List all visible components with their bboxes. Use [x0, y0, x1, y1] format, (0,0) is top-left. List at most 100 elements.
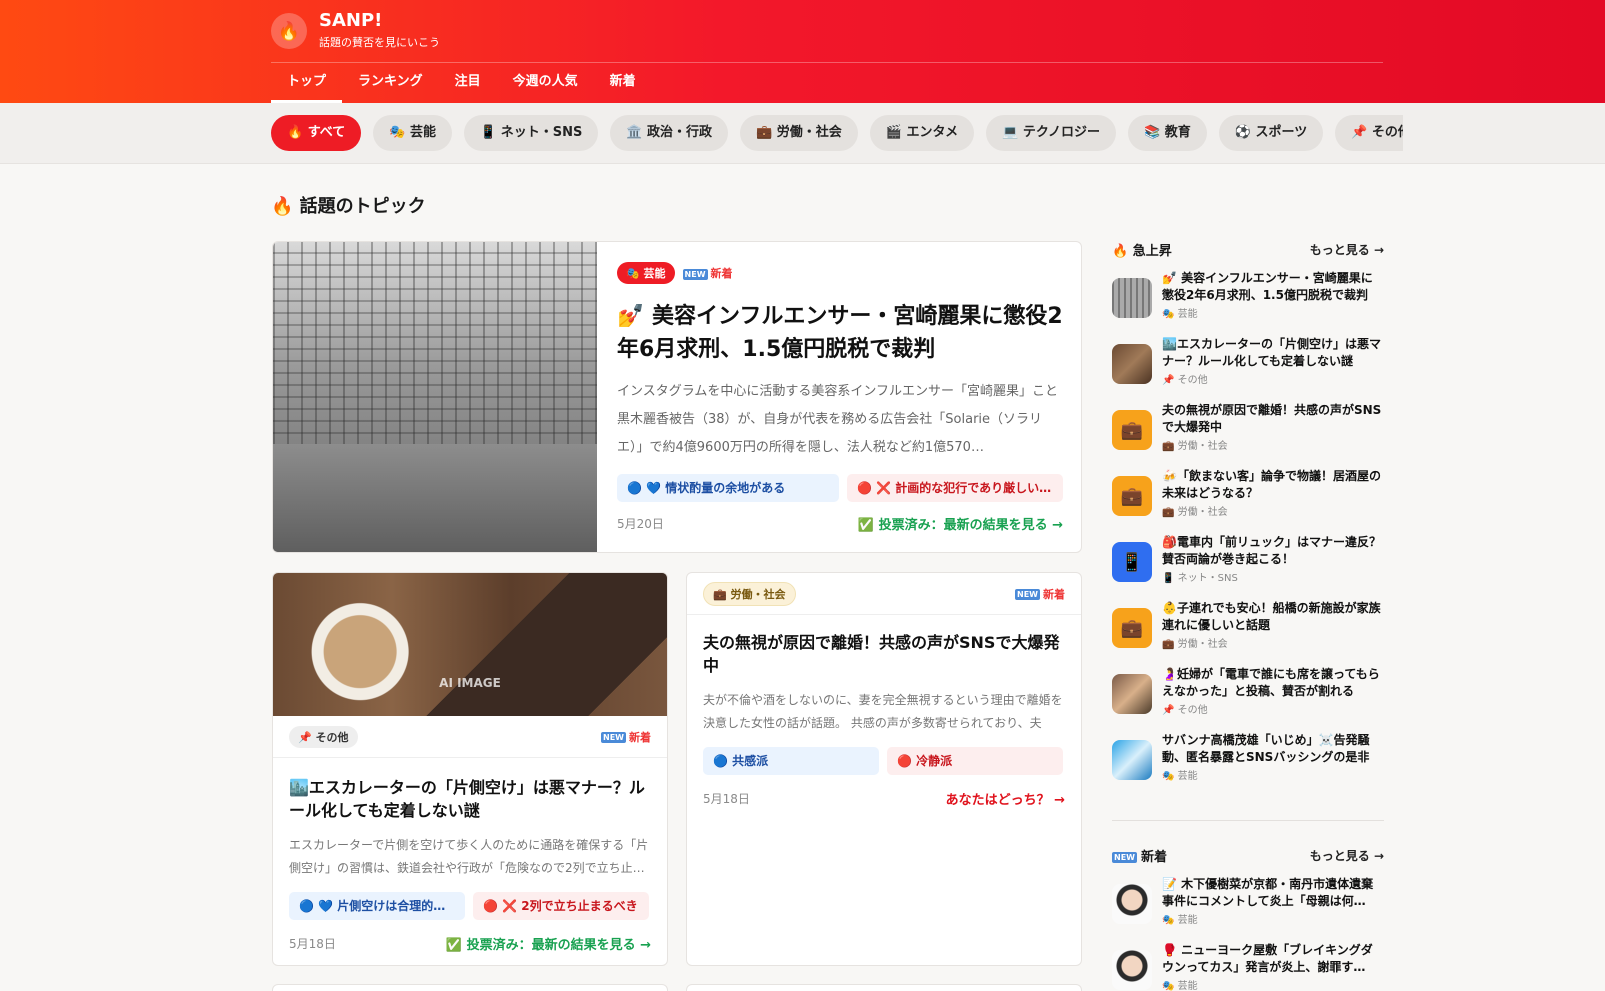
- featured-image: [273, 242, 597, 552]
- newest-title: NEW 新着: [1112, 846, 1167, 865]
- item-title: 🏙️エスカレーターの「片側空け」は悪マナー？ルール化しても定着しない謎: [1162, 337, 1381, 368]
- logo-flame-icon[interactable]: 🔥: [271, 13, 307, 49]
- item-title: 📝 木下優樹菜が京都・南丹市遺体遺棄事件にコメントして炎上「母親は何…: [1162, 877, 1374, 908]
- item-category: 💼 労働・社会: [1162, 507, 1228, 518]
- vote-option-a[interactable]: 🔵 💙 片側空けは合理的な…: [289, 892, 465, 920]
- item-thumbnail: [1112, 884, 1152, 924]
- view-results-link[interactable]: ✅ 投票済み：最新の結果を見る →: [858, 514, 1063, 533]
- featured-topic-card[interactable]: 🎭 芸能 NEW 新着 💅 美容インフルエンサー・宮崎麗果に懲役2年6月求刑、1.…: [272, 241, 1082, 553]
- category-badge[interactable]: 💼 労働・社会: [703, 581, 796, 606]
- nav-top[interactable]: トップ: [271, 63, 343, 103]
- item-category: 📌 その他: [1162, 705, 1208, 716]
- list-item[interactable]: 📱 🎒電車内「前リュック」はマナー違反？ 賛否両論が巻き起こる！ 📱 ネット・SN…: [1112, 534, 1384, 600]
- topic-date: 5月20日: [617, 517, 664, 531]
- item-title: 👶子連れでも安心！船橋の新施設が家族連れに優しいと話題: [1162, 601, 1381, 632]
- brand-tagline: 話題の賛否を見にいこう: [319, 36, 440, 49]
- category-chip-education[interactable]: 📚 教育: [1128, 115, 1207, 151]
- item-category: 🎭 芸能: [1162, 915, 1198, 926]
- topic-image: [273, 573, 667, 716]
- briefcase-icon: 💼: [1112, 608, 1152, 648]
- topic-title[interactable]: 🏙️エスカレーターの「片側空け」は悪マナー？ルール化しても定着しない謎: [289, 776, 651, 822]
- list-item[interactable]: 💼 🍻「飲まない客」論争で物議！居酒屋の未来はどうなる？ 💼 労働・社会: [1112, 468, 1384, 534]
- nav-ranking[interactable]: ランキング: [342, 63, 439, 103]
- category-chips[interactable]: 🔥 すべて 🎭 芸能 📱 ネット・SNS 🏛️ 政治・行政 💼 労働・社会 🎬 …: [271, 115, 1403, 151]
- category-chip-entertainment[interactable]: 🎭 芸能: [373, 115, 453, 151]
- briefcase-icon: 💼: [1112, 476, 1152, 516]
- category-chip-other[interactable]: 📌 その他: [1335, 115, 1403, 151]
- new-label: 新着: [710, 267, 733, 280]
- nav-new[interactable]: 新着: [594, 63, 652, 103]
- topic-card-partial[interactable]: [272, 984, 668, 991]
- view-results-link[interactable]: ✅ 投票済み：最新の結果を見る →: [446, 934, 651, 953]
- list-item[interactable]: 🤰妊婦が「電車で誰にも席を譲ってもらえなかった」と投稿、賛否が割れる 📌 その他: [1112, 666, 1384, 732]
- category-chip-labor-society[interactable]: 💼 労働・社会: [740, 115, 858, 151]
- category-badge[interactable]: 🎭 芸能: [617, 262, 675, 284]
- item-title: 夫の無視が原因で離婚！共感の声がSNSで大爆発中: [1162, 403, 1382, 434]
- category-chip-net-sns[interactable]: 📱 ネット・SNS: [464, 115, 599, 151]
- brand-name[interactable]: SANP!: [319, 10, 382, 31]
- topic-card[interactable]: AI IMAGE 📌 その他 NEW 新着 🏙️エスカレーターの「片側空け」は悪マ…: [272, 572, 668, 966]
- topic-date: 5月18日: [703, 792, 750, 806]
- item-category: 💼 労働・社会: [1162, 639, 1228, 650]
- category-bar: 🔥 すべて 🎭 芸能 📱 ネット・SNS 🏛️ 政治・行政 💼 労働・社会 🎬 …: [0, 103, 1605, 164]
- newest-more-link[interactable]: もっと見る →: [1310, 847, 1384, 864]
- briefcase-icon: 💼: [1112, 410, 1152, 450]
- category-chip-entame[interactable]: 🎬 エンタメ: [869, 115, 975, 151]
- item-title: サバンナ高橋茂雄「いじめ」☠️告発騒動、匿名暴露とSNSバッシングの是非: [1162, 733, 1370, 764]
- item-title: 🥊 ニューヨーク屋敷「ブレイキングダウンってカス」発言が炎上、謝罪す…: [1162, 943, 1373, 974]
- item-category: 🎭 芸能: [1162, 771, 1198, 782]
- vote-option-b[interactable]: 🔴 冷静派: [887, 747, 1063, 775]
- list-item[interactable]: サバンナ高橋茂雄「いじめ」☠️告発騒動、匿名暴露とSNSバッシングの是非 🎭 芸能: [1112, 732, 1384, 798]
- section-title: 🔥 話題のトピック: [271, 196, 426, 217]
- rising-more-link[interactable]: もっと見る →: [1310, 241, 1384, 258]
- item-category: 📌 その他: [1162, 375, 1208, 386]
- category-chip-technology[interactable]: 💻 テクノロジー: [986, 115, 1117, 151]
- list-item[interactable]: 📝 木下優樹菜が京都・南丹市遺体遺棄事件にコメントして炎上「母親は何… 🎭 芸能: [1112, 876, 1384, 942]
- item-title: 💅 美容インフルエンサー・宮崎麗果に懲役2年6月求刑、1.5億円脱税で裁判: [1162, 271, 1373, 302]
- topic-date: 5月18日: [289, 937, 336, 951]
- new-icon: NEW: [1015, 589, 1040, 600]
- rising-title: 🔥 急上昇: [1112, 244, 1172, 259]
- new-label: 新着: [1043, 587, 1065, 601]
- category-chip-politics[interactable]: 🏛️ 政治・行政: [610, 115, 729, 151]
- topic-description: エスカレーターで片側を空けて歩く人のために通路を確保する「片側空け」の習慣は、鉄…: [289, 838, 649, 875]
- list-item[interactable]: 💼 👶子連れでも安心！船橋の新施設が家族連れに優しいと話題 💼 労働・社会: [1112, 600, 1384, 666]
- new-icon: NEW: [682, 268, 708, 280]
- vote-option-a[interactable]: 🔵 💙 情状酌量の余地がある: [617, 474, 839, 502]
- topic-title[interactable]: 夫の無視が原因で離婚！共感の声がSNSで大爆発中: [703, 631, 1065, 677]
- newest-title-text: 新着: [1140, 850, 1167, 865]
- topic-card-partial[interactable]: [686, 984, 1082, 991]
- vote-option-b[interactable]: 🔴 ❌ 計画的な犯行であり厳しい…: [847, 474, 1063, 502]
- topic-card[interactable]: 💼 労働・社会 NEW 新着 夫の無視が原因で離婚！共感の声がSNSで大爆発中 夫…: [686, 572, 1082, 966]
- category-chip-sports[interactable]: ⚽ スポーツ: [1218, 115, 1324, 151]
- vote-option-a[interactable]: 🔵 共感派: [703, 747, 879, 775]
- new-label: 新着: [629, 730, 651, 744]
- sidebar-divider: [1112, 820, 1384, 821]
- category-badge[interactable]: 📌 その他: [289, 725, 358, 748]
- newest-list: 📝 木下優樹菜が京都・南丹市遺体遺棄事件にコメントして炎上「母親は何… 🎭 芸能 …: [1112, 876, 1384, 991]
- new-badge: NEW 新着: [1015, 586, 1065, 602]
- list-item[interactable]: 🥊 ニューヨーク屋敷「ブレイキングダウンってカス」発言が炎上、謝罪す… 🎭 芸能: [1112, 942, 1384, 991]
- site-header: 🔥 SANP! 話題の賛否を見にいこう トップ ランキング 注目 今週の人気 新…: [0, 0, 1605, 103]
- item-category: 🎭 芸能: [1162, 981, 1198, 991]
- list-item[interactable]: 💅 美容インフルエンサー・宮崎麗果に懲役2年6月求刑、1.5億円脱税で裁判 🎭 芸…: [1112, 270, 1384, 336]
- newest-header: NEW 新着 もっと見る →: [1112, 846, 1384, 865]
- topic-title[interactable]: 💅 美容インフルエンサー・宮崎麗果に懲役2年6月求刑、1.5億円脱税で裁判: [617, 300, 1063, 366]
- item-category: 💼 労働・社会: [1162, 441, 1228, 452]
- item-thumbnail: [1112, 674, 1152, 714]
- nav-weekly-popular[interactable]: 今週の人気: [497, 63, 594, 103]
- category-chip-all[interactable]: 🔥 すべて: [271, 115, 362, 151]
- phone-icon: 📱: [1112, 542, 1152, 582]
- flame-icon: 🔥: [277, 20, 301, 42]
- vote-now-link[interactable]: あなたはどっち？ →: [946, 789, 1065, 808]
- item-category: 🎭 芸能: [1162, 309, 1198, 320]
- list-item[interactable]: 🏙️エスカレーターの「片側空け」は悪マナー？ルール化しても定着しない謎 📌 その他: [1112, 336, 1384, 402]
- new-icon: NEW: [1112, 852, 1137, 863]
- rising-header: 🔥 急上昇 もっと見る →: [1112, 240, 1384, 259]
- vote-option-b[interactable]: 🔴 ❌ 2列で立ち止まるべき: [473, 892, 649, 920]
- item-thumbnail: [1112, 278, 1152, 318]
- nav-featured[interactable]: 注目: [439, 63, 497, 103]
- item-category: 📱 ネット・SNS: [1162, 573, 1238, 584]
- list-item[interactable]: 💼 夫の無視が原因で離婚！共感の声がSNSで大爆発中 💼 労働・社会: [1112, 402, 1384, 468]
- ai-image-label: AI IMAGE: [439, 676, 501, 690]
